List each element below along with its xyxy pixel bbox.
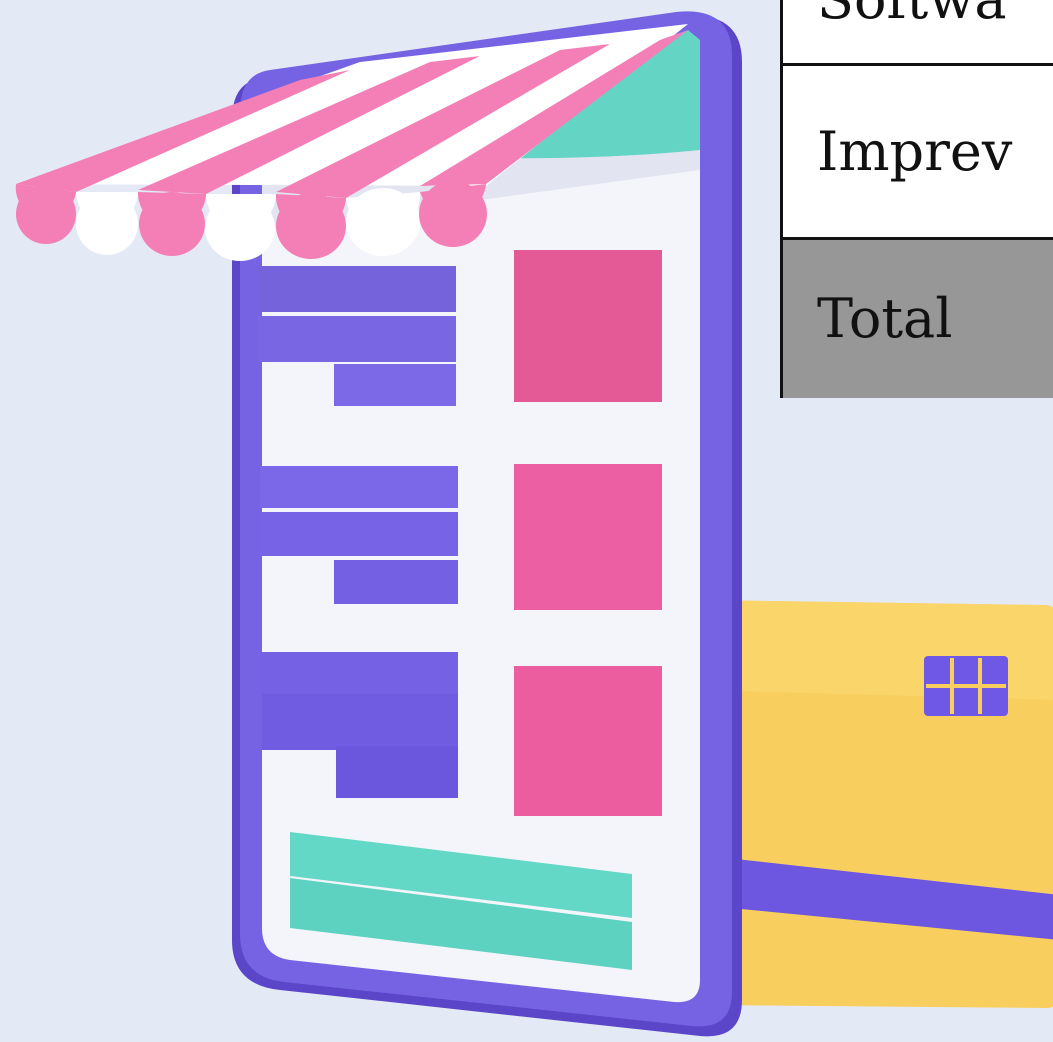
cost-table-fragment: Softwa Imprev Total [780,0,1053,398]
table-row-total: Total [783,240,1053,398]
credit-card-icon [700,600,1053,1008]
table-row: Imprev [783,66,1053,240]
table-cell: Softwa [817,0,1007,27]
table-cell-total: Total [817,287,953,350]
card-chip-icon [924,656,1008,716]
table-cell: Imprev [817,119,1013,183]
table-row: Softwa [783,0,1053,66]
